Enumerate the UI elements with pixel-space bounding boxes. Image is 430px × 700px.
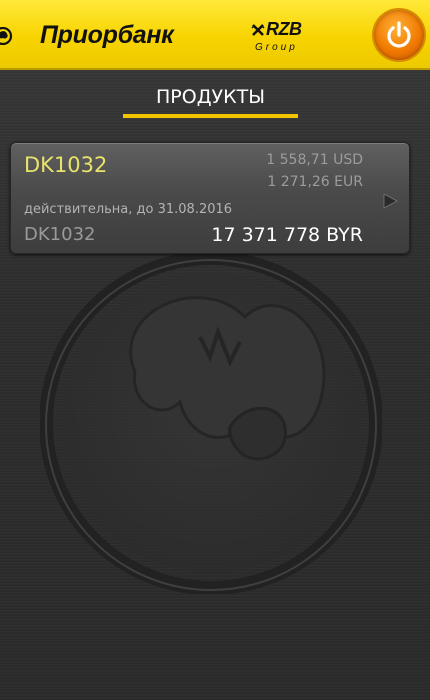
product-name: DK1032 xyxy=(24,153,108,177)
bank-brand-name: Приорбанк xyxy=(40,21,174,49)
product-card[interactable]: DK1032 1 558,71 USD 1 271,26 EUR действи… xyxy=(10,142,410,254)
balance-eur: 1 271,26 EUR xyxy=(267,174,363,190)
raiffeisen-cross-icon xyxy=(251,24,265,36)
balance-byr: 17 371 778 BYR xyxy=(211,224,363,246)
play-arrow-icon[interactable] xyxy=(381,192,399,210)
rzb-logo-text: RZB xyxy=(266,19,302,39)
card-validity: действительна, до 31.08.2016 xyxy=(24,202,233,217)
group-logo-text: Group xyxy=(255,42,298,53)
logout-power-button[interactable] xyxy=(374,10,424,60)
app-header: Приорбанк RZB Group xyxy=(0,0,430,70)
bank-emblem-watermark-icon xyxy=(40,252,382,594)
prior-bird-logo-icon xyxy=(0,27,13,45)
rzb-group-logo: RZB Group xyxy=(251,19,313,57)
balance-usd: 1 558,71 USD xyxy=(266,152,363,168)
product-account: DK1032 xyxy=(24,224,96,245)
tab-active-indicator xyxy=(123,114,298,118)
tab-products[interactable]: ПРОДУКТЫ xyxy=(123,80,298,118)
tab-products-label: ПРОДУКТЫ xyxy=(156,86,265,108)
power-icon xyxy=(387,21,411,48)
